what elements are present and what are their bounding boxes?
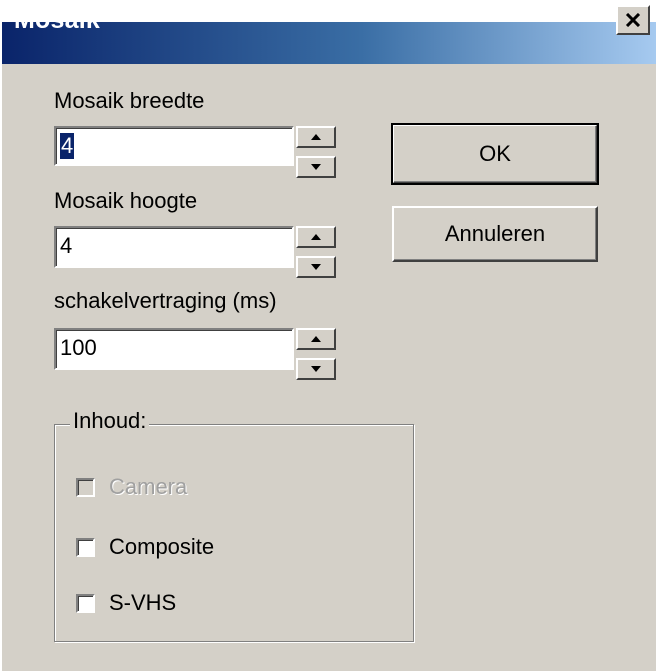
- mosaik-width-up-button[interactable]: [296, 126, 336, 148]
- window-title: Mosaik: [14, 6, 100, 34]
- ok-button[interactable]: OK: [391, 123, 599, 185]
- mosaik-height-label: Mosaik hoogte: [54, 188, 198, 213]
- composite-checkbox-label[interactable]: Composite: [109, 534, 214, 560]
- mosaik-dialog: Mosaik Mosaik breedte 4 Mosaik hoogte 4 …: [0, 0, 656, 671]
- title-bar[interactable]: Mosaik: [2, 0, 656, 64]
- camera-checkbox-row: Camera: [76, 474, 187, 500]
- mosaik-width-spinner[interactable]: [296, 126, 336, 182]
- arrow-down-icon: [311, 164, 321, 170]
- switch-delay-down-button[interactable]: [296, 358, 336, 380]
- switch-delay-value: 100: [60, 335, 97, 360]
- switch-delay-input[interactable]: 100: [54, 328, 294, 370]
- arrow-down-icon: [311, 366, 321, 372]
- mosaik-height-input[interactable]: 4: [54, 226, 294, 268]
- camera-checkbox: [76, 477, 95, 497]
- mosaik-width-input[interactable]: 4: [54, 126, 294, 166]
- mosaik-height-down-button[interactable]: [296, 256, 336, 278]
- arrow-down-icon: [311, 264, 321, 270]
- mosaik-height-up-button[interactable]: [296, 226, 336, 248]
- mosaik-width-down-button[interactable]: [296, 156, 336, 178]
- switch-delay-up-button[interactable]: [296, 328, 336, 350]
- composite-checkbox[interactable]: [76, 537, 95, 557]
- arrow-up-icon: [311, 234, 321, 240]
- close-button[interactable]: [616, 5, 650, 35]
- composite-checkbox-row[interactable]: Composite: [76, 534, 214, 560]
- svhs-checkbox-label[interactable]: S-VHS: [109, 590, 176, 616]
- cancel-button[interactable]: Annuleren: [392, 206, 598, 262]
- mosaik-height-spinner[interactable]: [296, 226, 336, 282]
- mosaik-height-value: 4: [60, 233, 73, 258]
- close-icon: [625, 13, 641, 27]
- mosaik-width-label: Mosaik breedte: [54, 88, 205, 113]
- title-bar-gradient: [2, 22, 656, 64]
- switch-delay-spinner[interactable]: [296, 328, 336, 384]
- content-group-label: Inhoud:: [70, 408, 150, 434]
- arrow-up-icon: [311, 134, 321, 140]
- svhs-checkbox-row[interactable]: S-VHS: [76, 590, 176, 616]
- arrow-up-icon: [311, 336, 321, 342]
- camera-checkbox-label: Camera: [109, 474, 188, 499]
- svhs-checkbox[interactable]: [76, 593, 95, 613]
- switch-delay-label: schakelvertraging (ms): [54, 288, 277, 313]
- mosaik-width-value: 4: [60, 133, 75, 159]
